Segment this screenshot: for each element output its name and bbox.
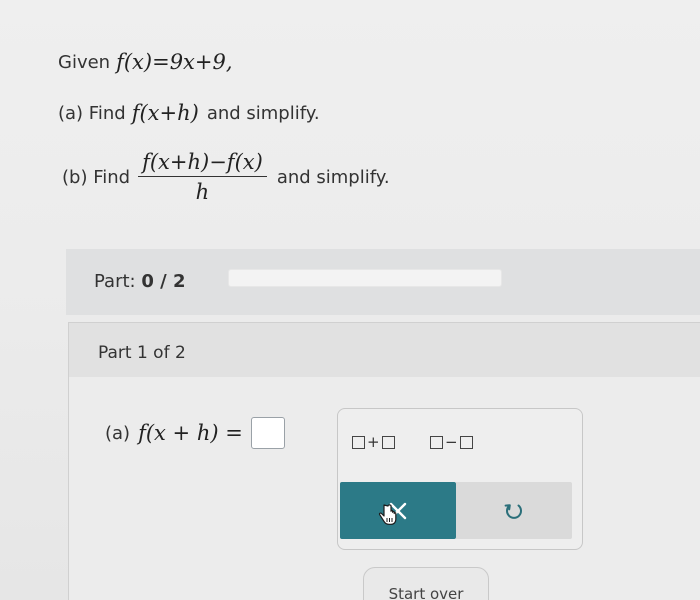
difference-template-button[interactable]: − (430, 429, 473, 455)
hand-cursor-icon (378, 504, 397, 525)
part-a-prompt: (a) Find f(x+h) and simplify. (58, 101, 320, 125)
difference-quotient: f(x+h)−f(x) h (138, 150, 267, 204)
clear-button[interactable] (340, 482, 456, 539)
part-b-prompt: (b) Find f(x+h)−f(x) h and simplify. (62, 150, 390, 204)
given-label: Given (58, 51, 111, 73)
fraction-denominator: h (195, 180, 210, 204)
undo-button[interactable] (456, 482, 572, 539)
screen: Given f(x)=9x+9, (a) Find f(x+h) and sim… (0, 0, 700, 600)
part-title: Part 1 of 2 (98, 343, 186, 363)
placeholder-box-icon (381, 435, 395, 449)
part-a-suffix: and simplify. (206, 102, 320, 124)
part-a-label: (a) Find (58, 102, 126, 124)
start-over-button[interactable]: Start over (363, 567, 489, 600)
part-b-suffix: and simplify. (276, 166, 390, 188)
part-label-text: Part: (94, 271, 136, 292)
answer-expression: f(x + h) = (138, 421, 243, 445)
given-line: Given f(x)=9x+9, (58, 50, 233, 74)
answer-row: (a) f(x + h) = (105, 417, 285, 449)
part-progress-bar: Part: 0 / 2 (66, 249, 700, 315)
start-over-label: Start over (388, 585, 464, 600)
minus-operator: − (445, 433, 458, 451)
placeholder-box-icon (430, 435, 443, 449)
given-function: f(x)=9x+9, (116, 50, 233, 74)
placeholder-box-icon (352, 435, 365, 449)
plus-operator: + (367, 433, 380, 451)
answer-input[interactable] (250, 417, 285, 449)
undo-icon (504, 503, 522, 519)
sum-template-button[interactable]: + (352, 429, 395, 455)
part-header: Part 1 of 2 (69, 323, 700, 377)
part-progress-label: Part: 0 / 2 (94, 271, 186, 292)
part-panel: Part 1 of 2 (a) f(x + h) = + − Start ove… (68, 322, 700, 600)
math-palette: + − (337, 408, 583, 550)
progress-track (228, 269, 502, 287)
part-progress-value: 0 / 2 (141, 271, 186, 292)
answer-label: (a) (105, 422, 131, 444)
part-a-expression: f(x+h) (131, 101, 199, 125)
question-area: Given f(x)=9x+9, (a) Find f(x+h) and sim… (0, 0, 700, 240)
placeholder-box-icon (459, 435, 473, 449)
part-b-label: (b) Find (62, 166, 131, 188)
fraction-numerator: f(x+h)−f(x) (138, 150, 267, 177)
